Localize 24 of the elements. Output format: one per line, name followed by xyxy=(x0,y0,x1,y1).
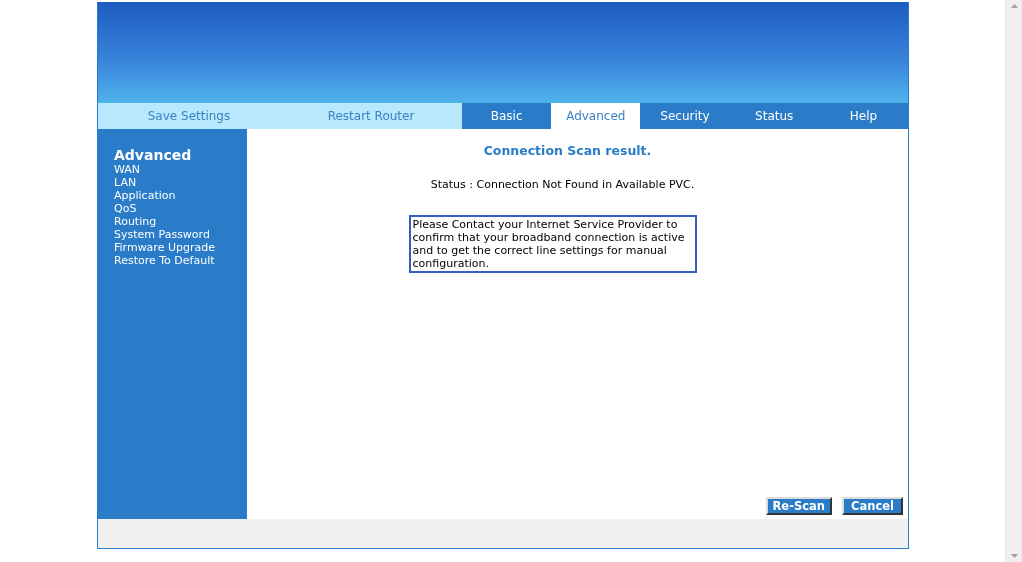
scroll-up-icon[interactable] xyxy=(1010,4,1018,8)
action-button[interactable]: Re-Scan xyxy=(765,497,832,515)
sidebar-title: Advanced xyxy=(114,147,192,163)
quick-link[interactable]: Save Settings xyxy=(98,103,280,129)
sidebar-link[interactable]: WAN xyxy=(114,163,141,176)
page-title: Connection Scan result. xyxy=(483,143,652,158)
sidebar-link[interactable]: System Password xyxy=(114,228,210,241)
nav-tab[interactable]: Advanced xyxy=(551,103,641,129)
sidebar-link[interactable]: Routing xyxy=(114,215,157,228)
action-button[interactable]: Cancel xyxy=(842,497,903,515)
nav-tab[interactable]: Status xyxy=(729,103,819,129)
sidebar-link[interactable]: QoS xyxy=(114,202,137,215)
nav-tab[interactable]: Help xyxy=(818,103,908,129)
nav-tab[interactable]: Security xyxy=(640,103,730,129)
scroll-down-icon[interactable] xyxy=(1010,554,1018,558)
status-text: Status : Connection Not Found in Available PVC. xyxy=(430,178,695,191)
sidebar-link[interactable]: Restore To Default xyxy=(114,254,215,267)
sidebar-link[interactable]: Application xyxy=(114,189,176,202)
sidebar-link[interactable]: LAN xyxy=(114,176,137,189)
sidebar-link[interactable]: Firmware Upgrade xyxy=(114,241,215,254)
quick-link[interactable]: Restart Router xyxy=(280,103,462,129)
notice-box: Please Contact your Internet Service Provider to confirm that your broadband connection is active and to get the correct line settings for manual configuration. xyxy=(408,215,697,273)
scrollbar[interactable] xyxy=(1005,0,1022,562)
nav-tab[interactable]: Basic xyxy=(462,103,552,129)
